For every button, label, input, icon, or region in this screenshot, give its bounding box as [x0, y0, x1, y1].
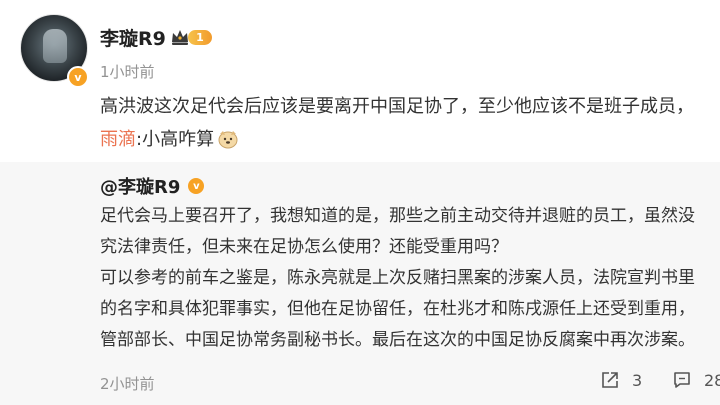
avatar-figure	[43, 29, 67, 63]
comment-text: 高洪波这次足代会后应该是要离开中国足协了，至少他应该不是班子成员，	[100, 96, 694, 117]
share-icon	[602, 372, 618, 388]
quoted-post-header: @李璇R9 v	[100, 173, 205, 199]
weibo-comment-card: v 李璇R9 1 1小时前 高洪波这次足代会后应该是要离开中国足协了，至少他应该…	[0, 0, 720, 405]
dog-face-emoji-icon	[218, 131, 238, 149]
reply-text: :小高咋算	[136, 129, 215, 150]
user-level-badge[interactable]: 1	[188, 30, 212, 45]
quoted-post-body: 足代会马上要召开了，我想知道的是，那些之前主动交待并退赃的员工，虽然没 究法律责…	[100, 201, 720, 356]
quoted-post-line: 可以参考的前车之鉴是，陈永亮就是上次反赌扫黑案的涉案人员，法院宣判书里	[100, 268, 695, 288]
share-count: 3	[632, 370, 643, 390]
quoted-post-line: 究法律责任，但未来在足协怎么使用？还能受重用吗？	[100, 237, 508, 257]
quoted-post-author-mention[interactable]: @李璇R9	[100, 173, 180, 199]
quoted-post-line: 管部部长、中国足协常务副秘书长。最后在这次的中国足协反腐案中再次涉案。	[100, 330, 695, 350]
comment-count: 28	[704, 370, 720, 390]
quoted-post-line: 足代会马上要召开了，我想知道的是，那些之前主动交待并退赃的员工，虽然没	[100, 206, 695, 226]
quoted-post-line: 的名字和具体犯罪事实，但他在足协留任，在杜兆才和陈戌源任上还受到重用，	[100, 299, 695, 319]
comment-timestamp: 1小时前	[100, 63, 155, 81]
crown-icon[interactable]	[170, 27, 190, 47]
comment-button[interactable]: 28	[672, 370, 720, 390]
user-level-number: 1	[196, 31, 204, 44]
reply-author-name[interactable]: 雨滴	[100, 125, 136, 151]
reply-preview[interactable]: 雨滴 :小高咋算	[100, 125, 239, 151]
verified-badge-icon: v	[67, 66, 89, 88]
comment-icon	[674, 372, 690, 388]
quoted-verified-badge-icon: v	[188, 178, 205, 194]
quoted-post-timestamp: 2小时前	[100, 375, 155, 393]
comment-author-name[interactable]: 李璇R9	[100, 24, 166, 51]
share-button[interactable]: 3	[600, 370, 642, 390]
